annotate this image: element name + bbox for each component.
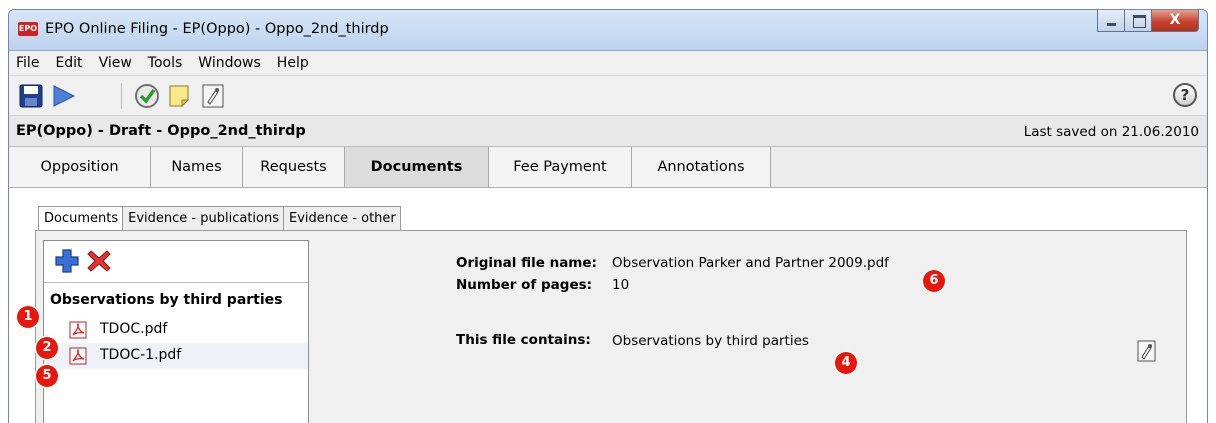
documents-frame: Observations by third parties TDOC.pdf T…: [35, 230, 1187, 423]
window-controls: X: [1097, 10, 1199, 32]
menu-bar: File Edit View Tools Windows Help: [9, 51, 1207, 76]
save-icon[interactable]: [17, 82, 45, 110]
file-contains-label: This file contains:: [456, 332, 591, 348]
menu-windows[interactable]: Windows: [198, 55, 261, 71]
file-header: EP(Oppo) - Draft - Oppo_2nd_thirdp Last …: [9, 116, 1207, 147]
callout-marker-4: 4: [835, 352, 857, 374]
menu-tools[interactable]: Tools: [148, 55, 183, 71]
original-file-name-value: Observation Parker and Partner 2009.pdf: [612, 255, 889, 271]
close-button[interactable]: X: [1151, 10, 1199, 32]
edit-signature-icon[interactable]: [1136, 340, 1158, 362]
document-name: TDOC-1.pdf: [100, 347, 182, 363]
minimize-button[interactable]: [1097, 10, 1125, 32]
tab-requests[interactable]: Requests: [243, 147, 345, 187]
delete-icon[interactable]: [86, 248, 112, 274]
main-tab-bar: Opposition Names Requests Documents Fee …: [9, 147, 1207, 188]
list-toolbar: [44, 241, 308, 283]
tab-documents[interactable]: Documents: [345, 147, 489, 187]
menu-help[interactable]: Help: [277, 55, 309, 71]
document-group-label: Observations by third parties: [50, 292, 283, 308]
callout-marker-1: 1: [17, 306, 39, 328]
callout-marker-2: 2: [36, 337, 58, 359]
list-item[interactable]: TDOC-1.pdf: [44, 343, 308, 369]
subtab-evidence-publications[interactable]: Evidence - publications: [122, 206, 284, 230]
subtab-evidence-other[interactable]: Evidence - other: [283, 206, 401, 230]
number-of-pages-label: Number of pages:: [456, 277, 593, 293]
menu-file[interactable]: File: [16, 55, 39, 71]
toolbar: ?: [9, 76, 1207, 116]
pdf-icon: [69, 321, 87, 339]
file-title: EP(Oppo) - Draft - Oppo_2nd_thirdp: [16, 123, 306, 139]
document-list: Observations by third parties TDOC.pdf T…: [43, 240, 309, 423]
original-file-name-label: Original file name:: [456, 255, 597, 271]
maximize-button[interactable]: [1124, 10, 1152, 32]
tab-fee-payment[interactable]: Fee Payment: [489, 147, 632, 187]
window-title: EPO Online Filing - EP(Oppo) - Oppo_2nd_…: [45, 21, 389, 37]
sticky-note-icon[interactable]: [165, 82, 193, 110]
help-icon[interactable]: ?: [1173, 83, 1197, 107]
callout-marker-5: 5: [36, 365, 58, 387]
sub-tab-bar: Documents Evidence - publications Eviden…: [38, 206, 401, 231]
tab-names[interactable]: Names: [151, 147, 243, 187]
list-item[interactable]: TDOC.pdf: [44, 317, 308, 343]
tab-annotations[interactable]: Annotations: [632, 147, 771, 187]
document-name: TDOC.pdf: [100, 321, 168, 337]
tab-opposition[interactable]: Opposition: [9, 147, 151, 187]
toolbar-separator: [121, 83, 122, 109]
sign-icon[interactable]: [199, 82, 227, 110]
epo-logo-icon: EPO: [18, 22, 38, 36]
document-details: Original file name: Observation Parker a…: [310, 240, 1178, 423]
number-of-pages-value: 10: [612, 277, 630, 293]
content-area: File Edit View Tools Windows Help ? EP(O…: [9, 50, 1207, 423]
pdf-icon: [69, 347, 87, 365]
file-contains-value: Observations by third parties: [612, 333, 809, 349]
menu-edit[interactable]: Edit: [55, 55, 82, 71]
last-saved-status: Last saved on 21.06.2010: [1023, 124, 1199, 140]
menu-view[interactable]: View: [99, 55, 132, 71]
title-bar[interactable]: EPO EPO Online Filing - EP(Oppo) - Oppo_…: [9, 10, 1207, 50]
send-icon[interactable]: [49, 82, 77, 110]
subtab-documents[interactable]: Documents: [38, 206, 124, 231]
add-icon[interactable]: [54, 248, 80, 274]
documents-panel: Documents Evidence - publications Eviden…: [9, 189, 1207, 423]
validate-check-icon[interactable]: [133, 82, 161, 110]
callout-marker-6: 6: [923, 270, 945, 292]
app-window: EPO EPO Online Filing - EP(Oppo) - Oppo_…: [8, 9, 1208, 423]
